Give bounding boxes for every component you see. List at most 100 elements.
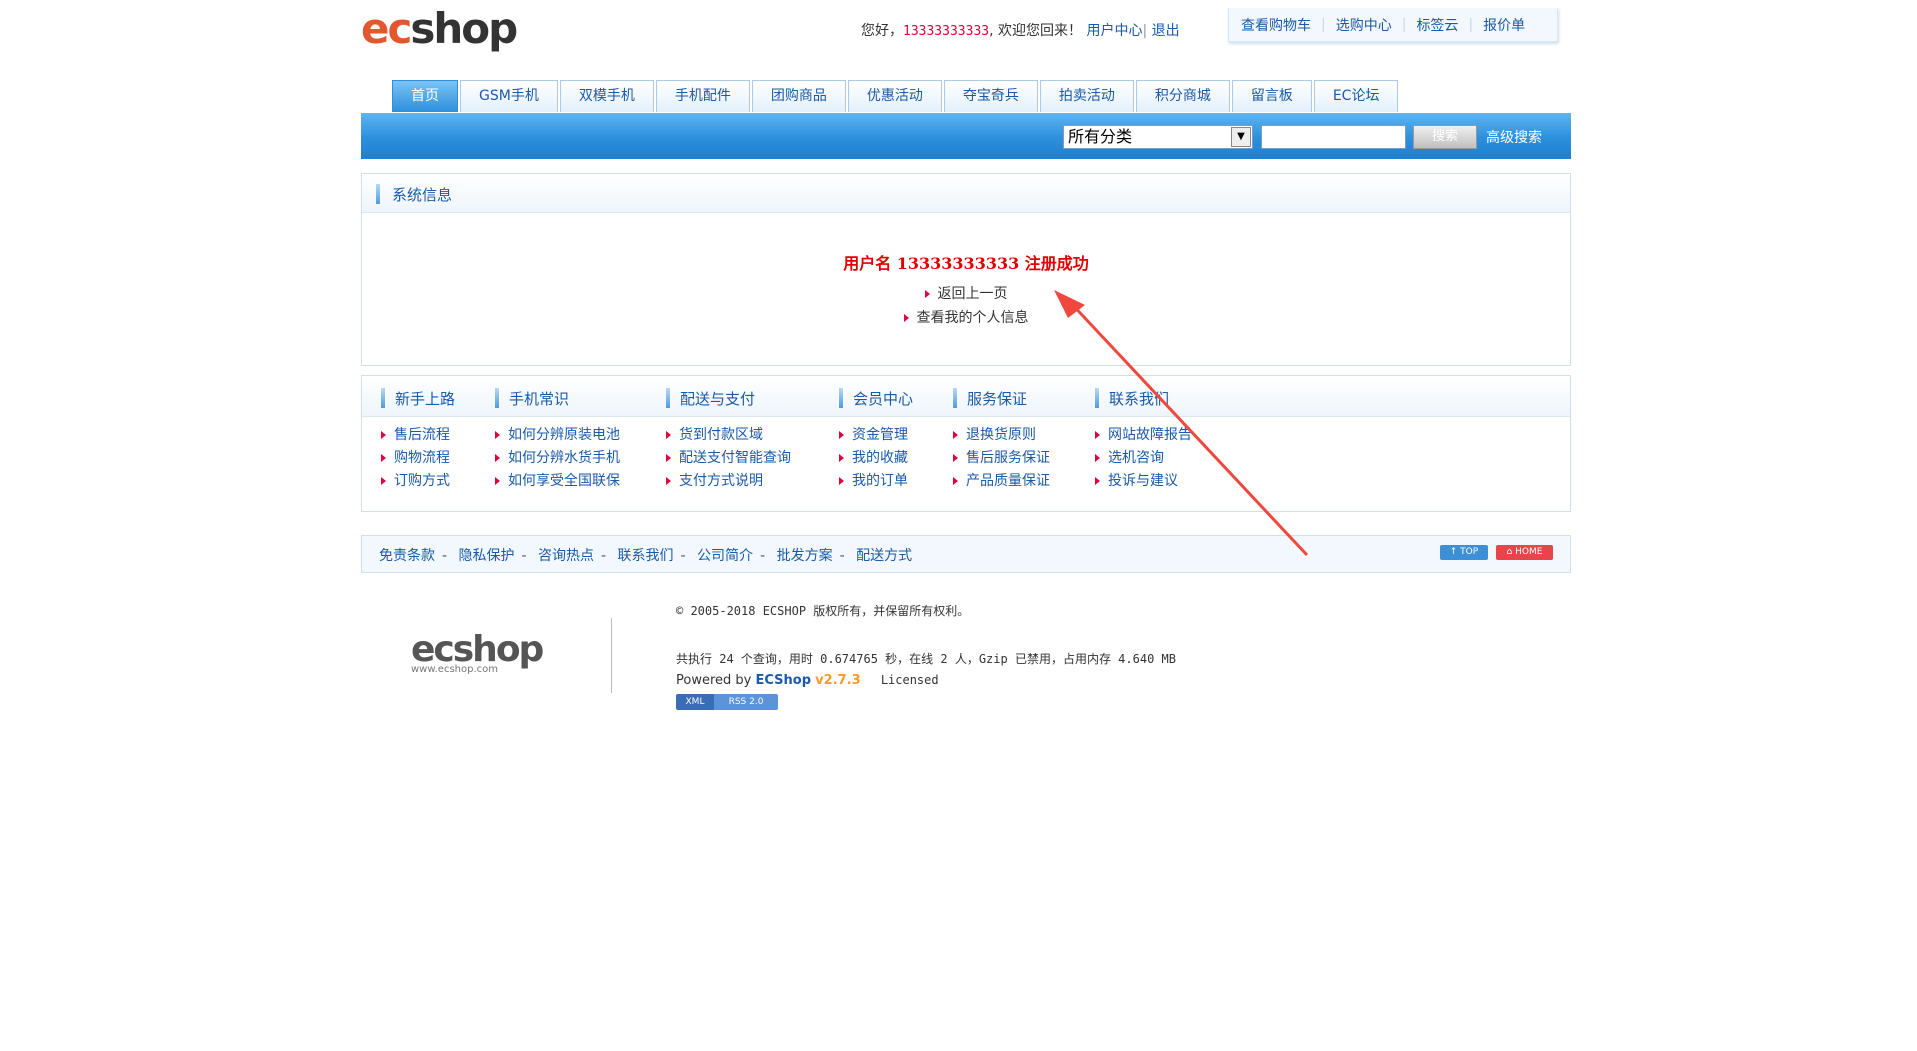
footer-link[interactable]: 公司简介 [697,548,753,564]
advanced-search-link[interactable]: 高级搜索 [1486,127,1542,147]
help-link[interactable]: 我的订单 [839,470,908,493]
logo-shop: shop [410,4,518,53]
powered-by: Powered by ECShop v2.7.3 Licensed [676,673,939,688]
rss-badge[interactable]: XML RSS 2.0 [676,694,778,710]
help-link[interactable]: 退换货原则 [953,424,1050,447]
help-link[interactable]: 配送支付智能查询 [666,447,791,470]
xml-badge-label: XML [676,694,714,710]
welcome-divider: | [1142,23,1148,39]
user-center-link[interactable]: 用户中心 [1086,23,1142,39]
tab-message-board[interactable]: 留言板 [1231,80,1312,112]
help-column-title: 服务保证 [967,390,1028,408]
help-link[interactable]: 货到付款区域 [666,424,791,447]
category-select[interactable]: 所有分类 ▼ [1063,125,1253,149]
divider: | [1468,16,1474,33]
help-link[interactable]: 售后流程 [381,424,450,447]
help-link[interactable]: 支付方式说明 [666,470,791,493]
back-to-top-button[interactable]: ↑ TOP [1440,545,1488,560]
tab-group-buy[interactable]: 团购商品 [751,80,846,112]
tab-home[interactable]: 首页 [392,80,458,112]
top-links-bar: 查看购物车 | 选购中心 | 标签云 | 报价单 [1228,8,1558,42]
registration-success-message: 用户名 13333333333 注册成功 [843,254,1089,273]
help-link[interactable]: 投诉与建议 [1095,470,1192,493]
logout-link[interactable]: 退出 [1152,23,1180,39]
greeting-text: 您好， [861,23,903,39]
rss-badge-label: RSS 2.0 [714,694,778,710]
help-link[interactable]: 网站故障报告 [1095,424,1192,447]
section-marker [376,184,380,204]
divider [611,618,612,693]
welcome-bar: 您好，13333333333, 欢迎您回来！ 用户中心| 退出 [861,20,1180,40]
help-column-title: 联系我们 [1109,390,1170,408]
divider: | [1401,16,1407,33]
system-message-title: 系统信息 [392,186,453,204]
category-select-value: 所有分类 [1068,127,1133,146]
version-text: v2.7.3 [815,673,861,688]
footer-link[interactable]: 隐私保护 [459,548,515,564]
help-link[interactable]: 产品质量保证 [953,470,1050,493]
section-marker [381,388,385,408]
licensed-text: Licensed [880,673,939,687]
help-column-title: 手机常识 [509,390,570,408]
tab-phone-accessories[interactable]: 手机配件 [655,80,750,112]
tag-cloud-link[interactable]: 标签云 [1416,15,1458,35]
system-message-box: 系统信息 用户名 13333333333 注册成功 返回上一页 查看我的个人信息 [361,173,1571,366]
footer-nav: 免责条款 - 隐私保护 - 咨询热点 - 联系我们 - 公司简介 - 批发方案 - 配送方式… [361,535,1571,573]
tab-promotions[interactable]: 优惠活动 [847,80,942,112]
help-link[interactable]: 售后服务保证 [953,447,1050,470]
search-button[interactable]: 搜索 [1413,125,1477,149]
divider: | [1321,16,1326,33]
search-input[interactable] [1261,125,1406,149]
footer-logo: ecshop www.ecshop.com [411,630,544,676]
help-link[interactable]: 如何分辨原装电池 [495,424,620,447]
help-link[interactable]: 订购方式 [381,470,450,493]
view-cart-link[interactable]: 查看购物车 [1241,15,1311,35]
tab-gsm-phones[interactable]: GSM手机 [460,80,558,112]
help-link[interactable]: 资金管理 [839,424,908,447]
view-profile-label: 查看我的个人信息 [916,310,1029,326]
chevron-down-icon[interactable]: ▼ [1231,127,1251,147]
query-stats-text: 共执行 24 个查询，用时 0.674765 秒，在线 2 人，Gzip 已禁用… [676,652,1176,666]
help-link[interactable]: 如何享受全国联保 [495,470,620,493]
ecshop-brand[interactable]: ECShop [756,673,812,688]
footer-link[interactable]: 配送方式 [856,548,912,564]
help-box: 新手上路 售后流程 购物流程 订购方式 手机常识 如何分辨原装电池 如何分辨水货… [361,375,1571,512]
username-text: 13333333333 [903,24,990,39]
footer-link[interactable]: 免责条款 [379,548,435,564]
footer-link[interactable]: 批发方案 [777,548,833,564]
tab-treasure-hunt[interactable]: 夺宝奇兵 [943,80,1038,112]
copyright-text: © 2005-2018 ECSHOP 版权所有，并保留所有权利。 [676,604,970,618]
welcome-text: , 欢迎您回来！ [989,23,1082,39]
section-marker [953,388,957,408]
help-column-title: 新手上路 [395,390,456,408]
main-nav: 首页 GSM手机 双模手机 手机配件 团购商品 优惠活动 夺宝奇兵 拍卖活动 积… [392,80,1400,113]
home-button[interactable]: ⌂ HOME [1496,545,1553,560]
copyright-area: ecshop www.ecshop.com © 2005-2018 ECSHOP… [361,598,1571,718]
help-link[interactable]: 我的收藏 [839,447,908,470]
help-column-title: 会员中心 [853,390,914,408]
bullet-icon [903,314,909,322]
tab-ec-forum[interactable]: EC论坛 [1313,80,1399,112]
bullet-icon [924,290,930,298]
section-marker [839,388,843,408]
help-link[interactable]: 如何分辨水货手机 [495,447,620,470]
view-profile-link[interactable]: 查看我的个人信息 [362,307,1570,327]
section-marker [666,388,670,408]
logo-ec: ec [361,4,412,53]
help-link[interactable]: 购物流程 [381,447,450,470]
site-logo[interactable]: ecshop [361,6,521,52]
help-column-title: 配送与支付 [680,390,756,408]
go-back-link[interactable]: 返回上一页 [362,283,1570,303]
shopping-center-link[interactable]: 选购中心 [1336,15,1392,35]
tab-dual-mode-phones[interactable]: 双模手机 [559,80,654,112]
section-marker [495,388,499,408]
quote-list-link[interactable]: 报价单 [1483,15,1525,35]
help-link[interactable]: 选机咨询 [1095,447,1192,470]
tab-points-mall[interactable]: 积分商城 [1135,80,1230,112]
tab-auction[interactable]: 拍卖活动 [1039,80,1134,112]
search-bar: 所有分类 ▼ 搜索 高级搜索 [361,113,1571,159]
section-marker [1095,388,1099,408]
footer-links: 免责条款 - 隐私保护 - 咨询热点 - 联系我们 - 公司简介 - 批发方案 - 配送方式 [379,548,913,564]
footer-link[interactable]: 联系我们 [618,548,674,564]
footer-link[interactable]: 咨询热点 [538,548,594,564]
